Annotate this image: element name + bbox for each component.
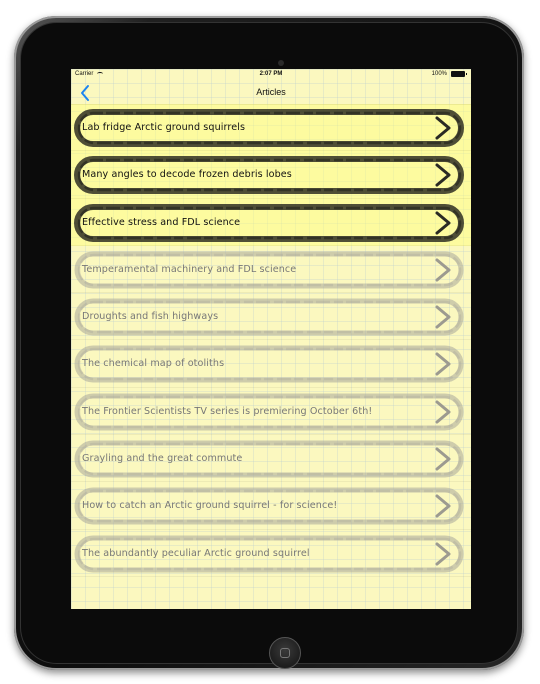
status-bar: Carrier 2:07 PM 100% [71, 69, 471, 81]
article-title: The abundantly peculiar Arctic ground sq… [82, 547, 310, 559]
chevron-right-icon [435, 494, 451, 518]
article-list: Lab fridge Arctic ground squirrels Many a… [71, 104, 471, 577]
camera-icon [278, 60, 284, 66]
app-screen: Carrier 2:07 PM 100% Articles Lab fridge… [71, 69, 471, 609]
battery-percent: 100% [431, 71, 447, 77]
article-title: Droughts and fish highways [82, 311, 219, 323]
chevron-right-icon [435, 400, 451, 424]
article-row[interactable]: Temperamental machinery and FDL science [71, 246, 471, 294]
home-button[interactable] [269, 637, 301, 669]
home-square-icon [280, 648, 290, 658]
article-row[interactable]: The Frontier Scientists TV series is pre… [71, 388, 471, 436]
article-title: Effective stress and FDL science [82, 216, 241, 228]
article-title: Many angles to decode frozen debris lobe… [82, 169, 292, 181]
article-row[interactable]: Lab fridge Arctic ground squirrels [71, 104, 471, 152]
battery-icon [451, 71, 467, 77]
chevron-right-icon [435, 258, 451, 282]
article-title: Lab fridge Arctic ground squirrels [82, 122, 246, 133]
article-title: Grayling and the great commute [82, 453, 243, 465]
clock: 2:07 PM [259, 71, 283, 77]
chevron-right-icon [435, 542, 451, 566]
article-title: Temperamental machinery and FDL science [82, 263, 297, 275]
chevron-right-icon [435, 352, 451, 376]
article-row[interactable]: Effective stress and FDL science [71, 198, 471, 246]
article-row[interactable]: The chemical map of otoliths [71, 340, 471, 388]
article-row[interactable]: Grayling and the great commute [71, 435, 471, 483]
article-title: How to catch an Arctic ground squirrel -… [82, 500, 338, 512]
chevron-right-icon [435, 211, 451, 235]
chevron-right-icon [435, 305, 451, 329]
chevron-right-icon [435, 116, 451, 140]
navigation-bar: Articles [71, 81, 471, 104]
article-row[interactable]: Droughts and fish highways [71, 293, 471, 341]
article-title: The chemical map of otoliths [82, 358, 225, 370]
article-row[interactable]: Many angles to decode frozen debris lobe… [71, 151, 471, 199]
chevron-right-icon [435, 163, 451, 187]
article-title: The Frontier Scientists TV series is pre… [82, 405, 373, 417]
row-divider [71, 575, 471, 577]
chevron-right-icon [435, 447, 451, 471]
page-title: Articles [256, 87, 286, 97]
article-row[interactable]: The abundantly peculiar Arctic ground sq… [71, 530, 471, 577]
article-row[interactable]: How to catch an Arctic ground squirrel -… [71, 482, 471, 530]
